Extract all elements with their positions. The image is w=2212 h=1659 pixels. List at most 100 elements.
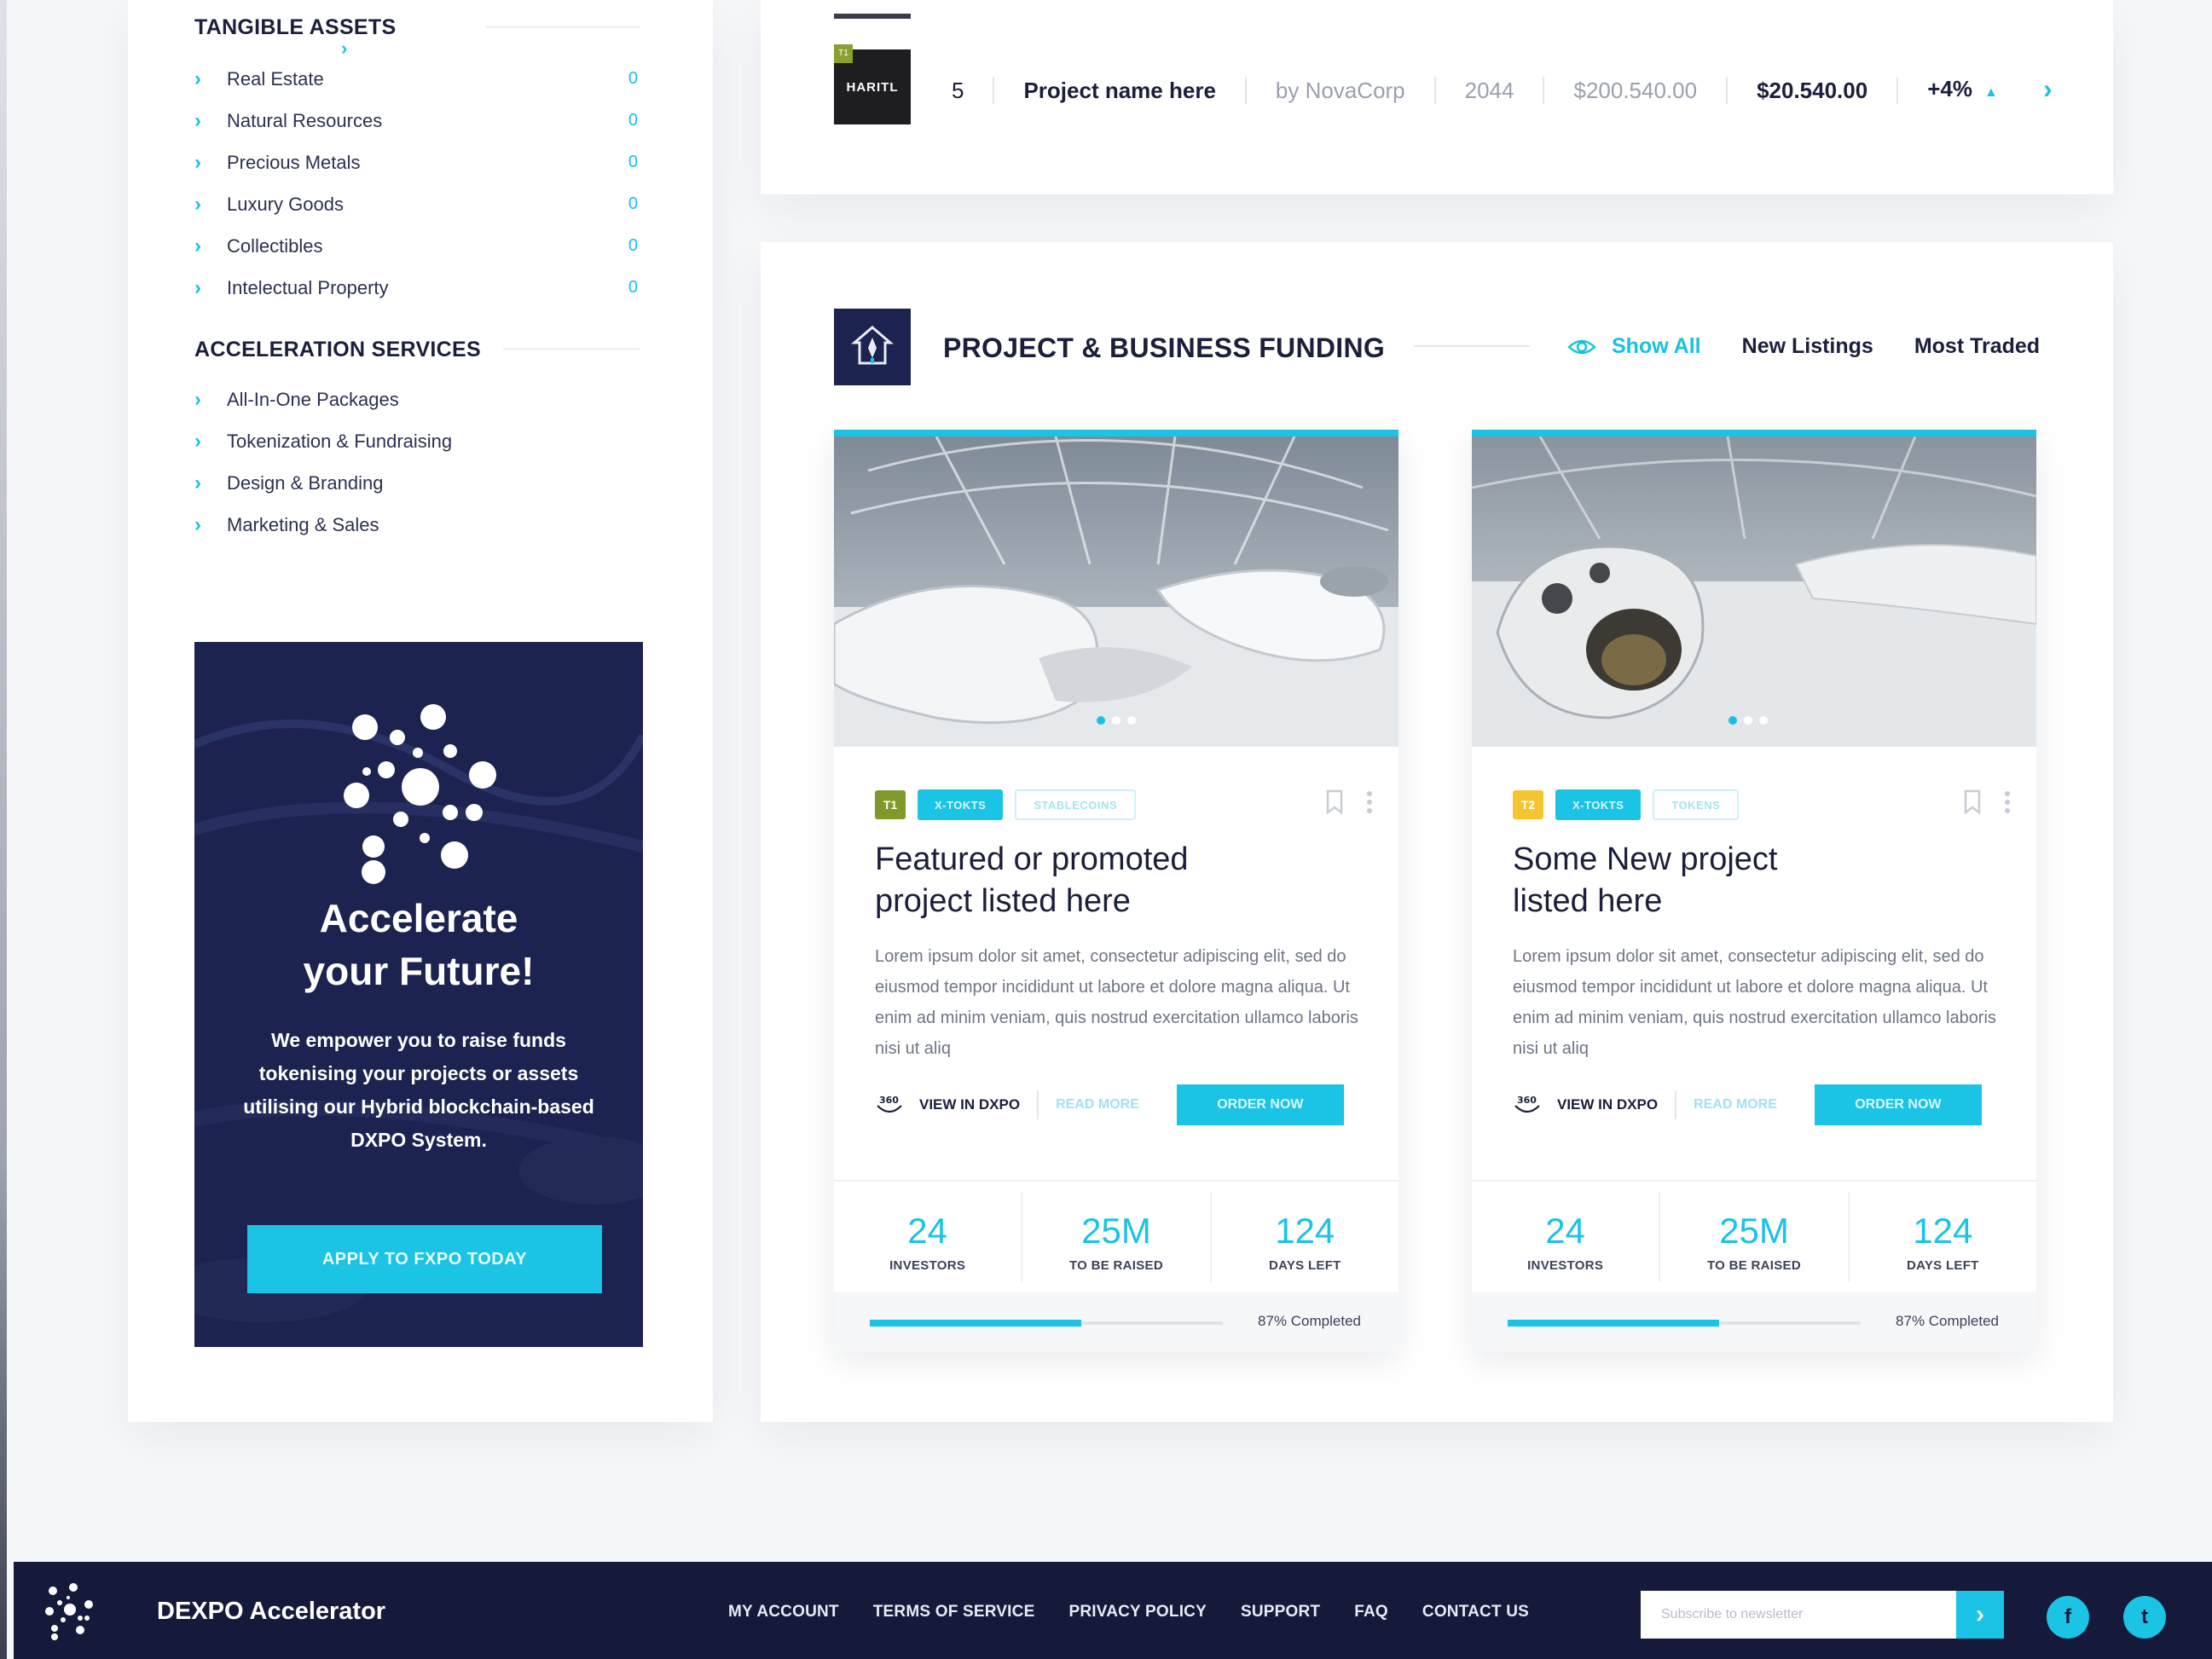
window-edge: [0, 0, 7, 1659]
carousel-dot-active: [1728, 716, 1737, 725]
project-change: +4% ▲: [1927, 75, 1998, 101]
chevron-right-icon: ›: [194, 512, 201, 536]
item-count: 0: [628, 194, 638, 213]
project-render-image: [1472, 436, 2036, 747]
token-chip[interactable]: X-TOKTS: [918, 789, 1004, 820]
chevron-right-icon[interactable]: ›: [2043, 73, 2053, 105]
tag-row: T2 X-TOKTS TOKENS: [1513, 789, 1740, 820]
tier-badge: T1: [834, 44, 853, 63]
footer-link-faq[interactable]: FAQ: [1354, 1603, 1388, 1621]
tab-new-listings[interactable]: New Listings: [1742, 334, 1873, 359]
tier-badge: T1: [875, 790, 906, 819]
order-now-button[interactable]: ORDER NOW: [1176, 1084, 1344, 1125]
listing-tabs: Show All New Listings Most Traded: [1567, 334, 2040, 359]
project-card[interactable]: T2 X-TOKTS TOKENS Some New project liste…: [1472, 430, 2036, 1352]
sidebar-item-real-estate[interactable]: › Real Estate 0: [194, 58, 638, 100]
house-rocket-icon: [834, 309, 911, 385]
chevron-right-icon: ›: [194, 387, 201, 411]
view-in-dxpo-link[interactable]: 360 VIEW IN DXPO: [875, 1090, 1039, 1119]
progress-track: [870, 1320, 1223, 1327]
chevron-right-icon: ›: [194, 150, 201, 174]
sidebar-item-collectibles[interactable]: › Collectibles 0: [194, 225, 638, 267]
project-title[interactable]: Featured or promoted project listed here: [875, 839, 1352, 922]
tangible-assets-title: TANGIBLE ASSETS: [194, 15, 397, 39]
tab-most-traded[interactable]: Most Traded: [1914, 334, 2040, 359]
sidebar-item-tokenization[interactable]: › Tokenization & Fundraising: [194, 420, 638, 462]
stat-to-be-raised: 25M TO BE RAISED: [1022, 1192, 1212, 1282]
project-title[interactable]: Some New project listed here: [1513, 839, 1990, 922]
project-rank: 5: [923, 77, 995, 104]
card-stats: 24 INVESTORS 25M TO BE RAISED 124 DAYS LEFT: [1472, 1180, 2036, 1292]
stat-to-be-raised: 25M TO BE RAISED: [1660, 1192, 1850, 1282]
footer-link-contact[interactable]: CONTACT US: [1422, 1603, 1529, 1621]
sidebar-item-all-in-one[interactable]: › All-In-One Packages: [194, 379, 638, 420]
item-count: 0: [628, 111, 638, 130]
arrow-up-icon: ▲: [1983, 84, 1998, 100]
project-list-row[interactable]: HARITL T1 5 Project name here by NovaCor…: [761, 0, 2113, 194]
tag-row: T1 X-TOKTS STABLECOINS: [875, 789, 1137, 820]
chevron-right-icon[interactable]: ›: [341, 38, 347, 60]
carousel-dot: [1112, 716, 1120, 725]
footer-link-support[interactable]: SUPPORT: [1241, 1603, 1320, 1621]
apply-button[interactable]: APPLY TO FXPO TODAY: [247, 1225, 602, 1293]
360-view-icon: 360: [1514, 1095, 1540, 1113]
footer-link-my-account[interactable]: MY ACCOUNT: [728, 1603, 839, 1621]
more-options-icon[interactable]: [2004, 789, 2011, 815]
carousel-dot: [1744, 716, 1752, 725]
sidebar-item-design-branding[interactable]: › Design & Branding: [194, 462, 638, 504]
newsletter-input[interactable]: [1641, 1591, 1961, 1639]
project-owner: by NovaCorp: [1247, 77, 1436, 104]
sidebar-item-precious-metals[interactable]: › Precious Metals 0: [194, 142, 638, 183]
promo-description: We empower you to raise funds tokenising…: [243, 1029, 594, 1151]
sidebar-item-natural-resources[interactable]: › Natural Resources 0: [194, 100, 638, 142]
item-count: 0: [628, 69, 638, 88]
stat-days-left: 124 DAYS LEFT: [1268, 1211, 1341, 1273]
carousel-dot-active: [1097, 716, 1105, 725]
token-chip[interactable]: X-TOKTS: [1555, 789, 1642, 820]
progress-fill: [1508, 1320, 1720, 1327]
sidebar-item-luxury-goods[interactable]: › Luxury Goods 0: [194, 183, 638, 225]
progress-label: 87% Completed: [1258, 1313, 1361, 1329]
eye-icon: [1567, 339, 1596, 354]
category-sidebar: TANGIBLE ASSETS › › Real Estate 0 › Natural…: [128, 0, 713, 1422]
project-image-carousel[interactable]: [834, 430, 1398, 747]
facebook-icon[interactable]: f: [2047, 1596, 2089, 1639]
view-in-dxpo-link[interactable]: 360 VIEW IN DXPO: [1513, 1090, 1677, 1119]
promo-title: Accelerate your Future!: [303, 896, 535, 993]
project-image-carousel[interactable]: [1472, 430, 2036, 747]
dxpo-logo-icon[interactable]: [39, 1582, 101, 1640]
footer-brand: DEXPO Accelerator: [157, 1598, 386, 1625]
chevron-right-icon: ›: [194, 108, 201, 132]
sidebar-item-intellectual-property[interactable]: › Intelectual Property 0: [194, 267, 638, 309]
footer-link-terms[interactable]: TERMS OF SERVICE: [873, 1603, 1035, 1621]
acceleration-services-title: ACCELERATION SERVICES: [194, 338, 481, 361]
chevron-right-icon: ›: [1976, 1600, 1984, 1628]
read-more-link[interactable]: READ MORE: [1676, 1097, 1815, 1113]
category-chip[interactable]: TOKENS: [1653, 789, 1740, 820]
tier-badge: T2: [1513, 790, 1543, 819]
accelerate-promo-banner: Accelerate your Future! We empower you t…: [194, 642, 643, 1347]
order-now-button[interactable]: ORDER NOW: [1814, 1084, 1982, 1125]
project-name[interactable]: Project name here: [994, 77, 1247, 104]
project-render-image: [834, 436, 1398, 747]
tab-show-all[interactable]: Show All: [1567, 334, 1701, 359]
project-card[interactable]: T1 X-TOKTS STABLECOINS Featured or promo…: [834, 430, 1398, 1352]
project-funding-panel: PROJECT & BUSINESS FUNDING Show All New …: [761, 242, 2113, 1422]
card-tools: [1325, 789, 1373, 815]
chevron-right-icon: ›: [194, 66, 201, 90]
project-description: Lorem ipsum dolor sit amet, consectetur …: [1513, 947, 1996, 1058]
newsletter-submit-button[interactable]: ›: [1956, 1591, 2004, 1639]
section-title: PROJECT & BUSINESS FUNDING: [943, 332, 1386, 363]
progress-track: [1508, 1320, 1861, 1327]
card-actions: 360 VIEW IN DXPO READ MORE ORDER NOW: [875, 1084, 1344, 1125]
read-more-link[interactable]: READ MORE: [1039, 1097, 1177, 1113]
twitter-icon[interactable]: t: [2123, 1596, 2166, 1639]
stat-days-left: 124 DAYS LEFT: [1906, 1211, 1979, 1273]
sidebar-item-marketing-sales[interactable]: › Marketing & Sales: [194, 504, 638, 546]
category-chip[interactable]: STABLECOINS: [1015, 789, 1137, 820]
bookmark-icon[interactable]: [1963, 789, 1982, 815]
footer-link-privacy[interactable]: PRIVACY POLICY: [1068, 1603, 1207, 1621]
more-options-icon[interactable]: [1366, 789, 1373, 815]
tangible-assets-list: › Real Estate 0 › Natural Resources 0 › Preci…: [194, 58, 638, 309]
bookmark-icon[interactable]: [1325, 789, 1344, 815]
